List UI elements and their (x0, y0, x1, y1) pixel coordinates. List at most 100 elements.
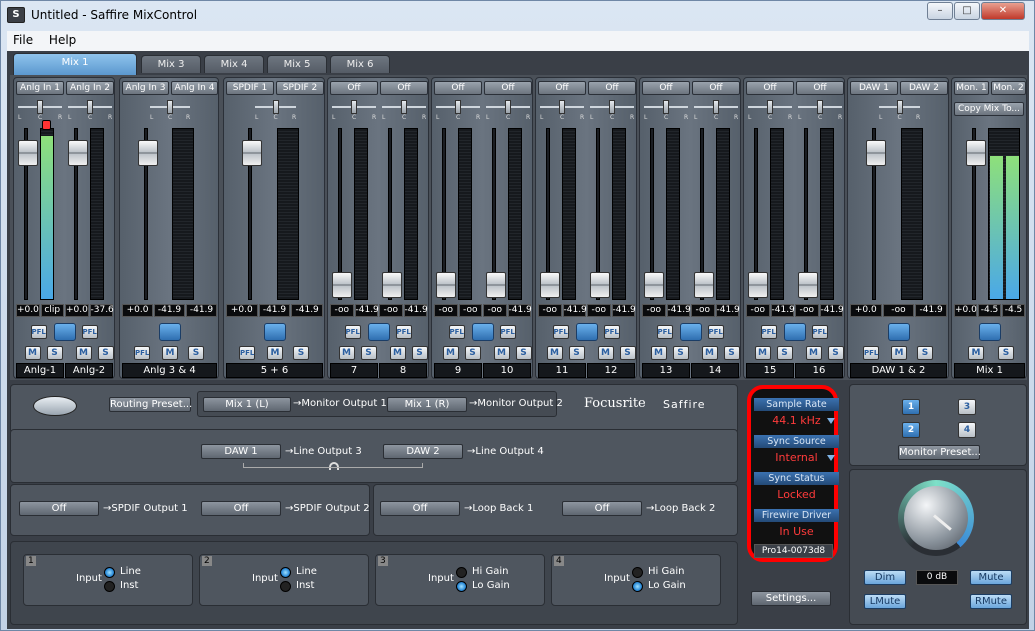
pan-knob[interactable] (87, 100, 93, 114)
input-option-radio[interactable] (280, 581, 291, 592)
pfl-button[interactable]: PFL (134, 346, 150, 360)
pan-slider[interactable] (434, 100, 482, 114)
input-option-radio[interactable] (104, 581, 115, 592)
source-select[interactable]: Off (434, 81, 482, 95)
stereo-link-button[interactable] (784, 323, 806, 341)
source-select[interactable]: Off (642, 81, 690, 95)
monitor-select-button[interactable]: 4 (958, 422, 976, 438)
fader-knob[interactable] (590, 272, 610, 298)
source-select[interactable]: Off (330, 81, 378, 95)
pfl-button[interactable]: PFL (603, 325, 620, 339)
pan-slider[interactable] (692, 100, 740, 114)
fader-knob[interactable] (332, 272, 352, 298)
mute-button[interactable]: M (24, 346, 41, 360)
rmute-button[interactable]: RMute (970, 594, 1012, 609)
menu-help[interactable]: Help (43, 31, 82, 49)
fader-knob[interactable] (694, 272, 714, 298)
monitor-select-button[interactable]: 1 (902, 399, 920, 415)
menu-file[interactable]: File (7, 31, 39, 49)
solo-button[interactable]: S (568, 346, 585, 360)
fader-knob[interactable] (68, 140, 88, 166)
volume-knob[interactable] (898, 480, 974, 556)
fader-knob[interactable] (540, 272, 560, 298)
input-option-radio[interactable] (280, 567, 291, 578)
stereo-link-button[interactable] (888, 323, 910, 341)
input-option-radio[interactable] (632, 581, 643, 592)
pan-knob[interactable] (663, 100, 669, 114)
source-select[interactable]: Off (588, 81, 636, 95)
pan-knob[interactable] (896, 100, 903, 114)
route-source[interactable]: DAW 1 (201, 444, 281, 459)
mute-button[interactable]: M (650, 346, 667, 360)
pfl-button[interactable]: PFL (811, 325, 828, 339)
solo-button[interactable]: S (46, 346, 63, 360)
lmute-button[interactable]: LMute (864, 594, 906, 609)
mute-button[interactable]: M (701, 346, 718, 360)
route-source[interactable]: Mix 1 (R) (387, 397, 467, 412)
mute-button[interactable]: M (546, 346, 563, 360)
stereo-link-button[interactable] (264, 323, 286, 341)
pan-slider[interactable] (538, 100, 586, 114)
source-select[interactable]: Off (484, 81, 532, 95)
mute-button[interactable]: M (891, 346, 907, 360)
source-select[interactable]: Anlg In 4 (171, 81, 218, 95)
fader-knob[interactable] (866, 140, 886, 166)
pan-knob[interactable] (455, 100, 461, 114)
pan-knob[interactable] (713, 100, 719, 114)
pan-knob[interactable] (167, 100, 173, 114)
pan-knob[interactable] (559, 100, 565, 114)
solo-button[interactable]: S (619, 346, 636, 360)
pfl-button[interactable]: PFL (448, 325, 465, 339)
mute-button[interactable]: Mute (970, 570, 1012, 585)
source-select[interactable]: Off (796, 81, 844, 95)
fader-knob[interactable] (436, 272, 456, 298)
source-select[interactable]: DAW 2 (900, 81, 948, 95)
pfl-button[interactable]: PFL (499, 325, 516, 339)
tab-mix-4[interactable]: Mix 4 (204, 55, 264, 73)
stereo-link-button[interactable] (576, 323, 598, 341)
mute-button[interactable]: M (754, 346, 771, 360)
source-select[interactable]: DAW 1 (850, 81, 898, 95)
pfl-button[interactable]: PFL (395, 325, 412, 339)
solo-button[interactable]: S (97, 346, 114, 360)
dim-button[interactable]: Dim (864, 570, 906, 585)
tab-mix-5[interactable]: Mix 5 (267, 55, 327, 73)
source-select[interactable]: Off (538, 81, 586, 95)
pan-slider[interactable] (253, 100, 298, 114)
solo-button[interactable]: S (515, 346, 532, 360)
solo-button[interactable]: S (672, 346, 689, 360)
monitor-select-button[interactable]: 3 (958, 399, 976, 415)
stereo-link-button[interactable] (472, 323, 494, 341)
input-option-radio[interactable] (104, 567, 115, 578)
pan-slider[interactable] (66, 100, 114, 114)
pan-knob[interactable] (37, 100, 43, 114)
route-source[interactable]: DAW 2 (383, 444, 463, 459)
input-option-radio[interactable] (632, 567, 643, 578)
solo-button[interactable]: S (776, 346, 793, 360)
tab-mix-1[interactable]: Mix 1 (13, 53, 137, 75)
copy-mix-button[interactable]: Copy Mix To... (954, 102, 1024, 116)
routing-preset-button[interactable]: Routing Preset... (109, 397, 192, 412)
source-select[interactable]: Anlg In 2 (66, 81, 114, 95)
source-select[interactable]: Off (380, 81, 428, 95)
pan-slider[interactable] (16, 100, 64, 114)
mute-button[interactable]: M (389, 346, 406, 360)
route-source[interactable]: Off (562, 501, 642, 516)
fader-knob[interactable] (798, 272, 818, 298)
solo-button[interactable]: S (827, 346, 844, 360)
pan-knob[interactable] (817, 100, 823, 114)
minimize-button[interactable]: – (927, 2, 953, 20)
mute-button[interactable]: M (805, 346, 822, 360)
mute-button[interactable]: M (597, 346, 614, 360)
mute-button[interactable]: M (267, 346, 283, 360)
pfl-button[interactable]: PFL (552, 325, 569, 339)
solo-button[interactable]: S (998, 346, 1014, 360)
pan-slider[interactable] (380, 100, 428, 114)
fader-knob[interactable] (748, 272, 768, 298)
pfl-button[interactable]: PFL (344, 325, 361, 339)
mute-button[interactable]: M (493, 346, 510, 360)
route-source[interactable]: Off (201, 501, 281, 516)
mute-button[interactable]: M (338, 346, 355, 360)
pan-slider[interactable] (484, 100, 532, 114)
solo-button[interactable]: S (723, 346, 740, 360)
